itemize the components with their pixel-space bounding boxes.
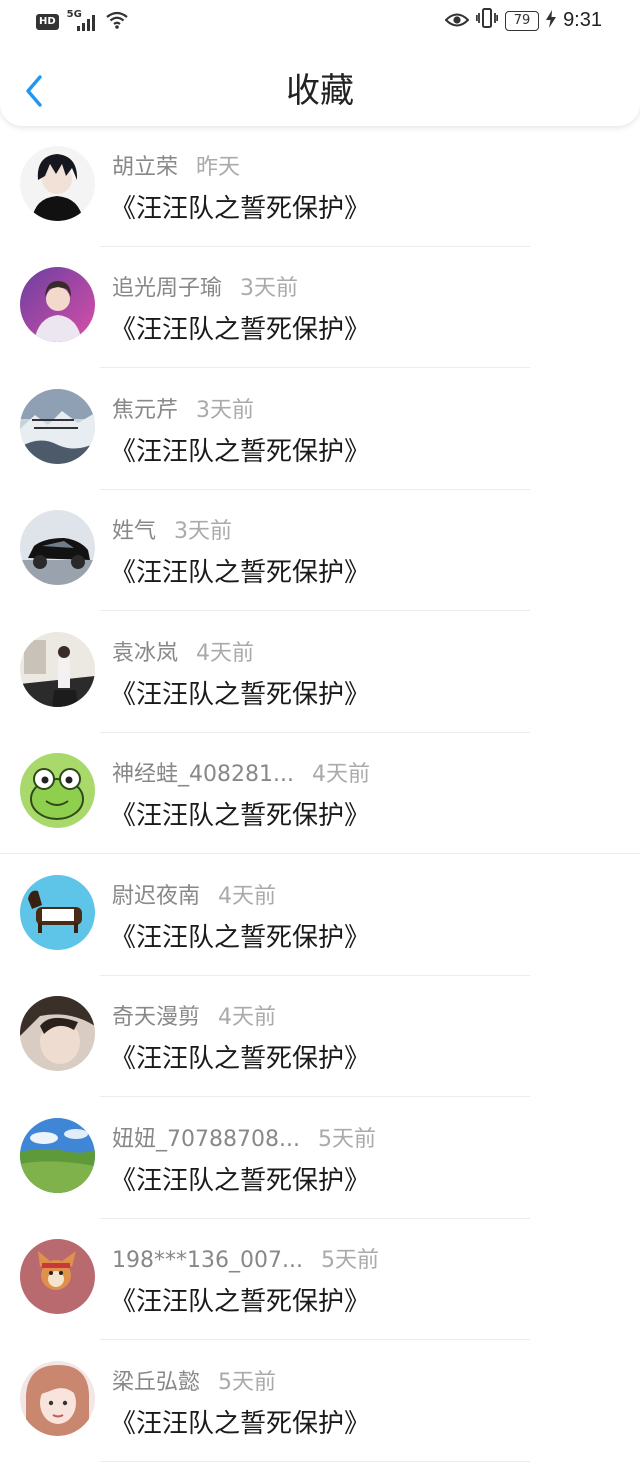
item-title: 《汪汪队之誓死保护》 — [110, 437, 371, 467]
time-ago: 3天前 — [240, 276, 299, 301]
item-title: 《汪汪队之誓死保护》 — [110, 680, 371, 710]
favorite-item[interactable]: 198***136_007... 5天前 《汪汪队之誓死保护》 — [0, 1219, 640, 1340]
item-title: 《汪汪队之誓死保护》 — [110, 1044, 371, 1074]
time-ago: 昨天 — [196, 155, 241, 180]
charging-icon — [546, 9, 557, 33]
avatar — [20, 1361, 95, 1436]
item-title: 《汪汪队之誓死保护》 — [110, 194, 371, 224]
username: 姓气 — [112, 519, 157, 544]
avatar — [20, 1239, 95, 1314]
item-title: 《汪汪队之誓死保护》 — [110, 1166, 371, 1196]
hd-icon: HD — [36, 14, 59, 30]
clock: 9:31 — [563, 9, 602, 31]
favorite-item[interactable]: 袁冰岚 4天前 《汪汪队之誓死保护》 — [0, 612, 640, 733]
status-bar: HD 5G 79 9:31 — [0, 0, 640, 44]
time-ago: 3天前 — [196, 398, 255, 423]
divider — [100, 610, 530, 611]
username: 尉迟夜南 — [112, 884, 201, 909]
username: 袁冰岚 — [112, 641, 179, 666]
username: 神经蛙_408281... — [112, 762, 294, 787]
username: 妞妞_70788708... — [112, 1127, 300, 1152]
username: 胡立荣 — [112, 155, 179, 180]
vibrate-icon — [475, 8, 499, 33]
avatar — [20, 996, 95, 1071]
username: 198***136_007... — [112, 1248, 303, 1273]
favorite-item[interactable]: 姓气 3天前 《汪汪队之誓死保护》 — [0, 490, 640, 611]
favorite-item[interactable]: 焦元芹 3天前 《汪汪队之誓死保护》 — [0, 369, 640, 490]
favorite-item[interactable]: 追光周子瑜 3天前 《汪汪队之誓死保护》 — [0, 247, 640, 368]
avatar — [20, 510, 95, 585]
username: 梁丘弘懿 — [112, 1370, 201, 1395]
cellular-signal-icon: 5G — [67, 9, 97, 33]
favorite-item[interactable]: 梁丘弘懿 5天前 《汪汪队之誓死保护》 — [0, 1341, 640, 1462]
battery-icon: 79 — [505, 10, 540, 31]
username: 追光周子瑜 — [112, 276, 223, 301]
favorite-item[interactable]: 奇天漫剪 4天前 《汪汪队之誓死保护》 — [0, 976, 640, 1097]
time-ago: 4天前 — [196, 641, 255, 666]
item-title: 《汪汪队之誓死保护》 — [110, 801, 371, 831]
time-ago: 5天前 — [320, 1248, 379, 1273]
favorite-item[interactable]: 尉迟夜南 4天前 《汪汪队之誓死保护》 — [0, 855, 640, 976]
avatar — [20, 875, 95, 950]
username: 奇天漫剪 — [112, 1005, 201, 1030]
time-ago: 3天前 — [174, 519, 233, 544]
item-title: 《汪汪队之誓死保护》 — [110, 558, 371, 588]
favorite-item[interactable]: 胡立荣 昨天 《汪汪队之誓死保护》 — [0, 126, 640, 247]
avatar — [20, 1118, 95, 1193]
time-ago: 4天前 — [311, 762, 370, 787]
eye-comfort-icon — [444, 9, 470, 33]
avatar — [20, 389, 95, 464]
item-title: 《汪汪队之誓死保护》 — [110, 1287, 371, 1317]
time-ago: 5天前 — [218, 1370, 277, 1395]
divider — [100, 367, 530, 368]
wifi-icon — [105, 10, 129, 34]
username: 焦元芹 — [112, 398, 179, 423]
avatar — [20, 753, 95, 828]
avatar — [20, 267, 95, 342]
favorite-item[interactable]: 妞妞_70788708... 5天前 《汪汪队之誓死保护》 — [0, 1098, 640, 1219]
divider — [100, 1339, 530, 1340]
time-ago: 4天前 — [218, 884, 277, 909]
avatar — [20, 632, 95, 707]
item-title: 《汪汪队之誓死保护》 — [110, 923, 371, 953]
time-ago: 5天前 — [317, 1127, 376, 1152]
page-title: 收藏 — [286, 71, 354, 111]
item-title: 《汪汪队之誓死保护》 — [110, 315, 371, 345]
app-header: HD 5G 79 9:31 收藏 — [0, 0, 640, 126]
favorite-item[interactable]: 神经蛙_408281... 4天前 《汪汪队之誓死保护》 — [0, 733, 640, 854]
divider — [100, 1096, 530, 1097]
item-title: 《汪汪队之誓死保护》 — [110, 1409, 371, 1439]
time-ago: 4天前 — [218, 1005, 277, 1030]
avatar — [20, 146, 95, 221]
divider — [0, 853, 640, 854]
